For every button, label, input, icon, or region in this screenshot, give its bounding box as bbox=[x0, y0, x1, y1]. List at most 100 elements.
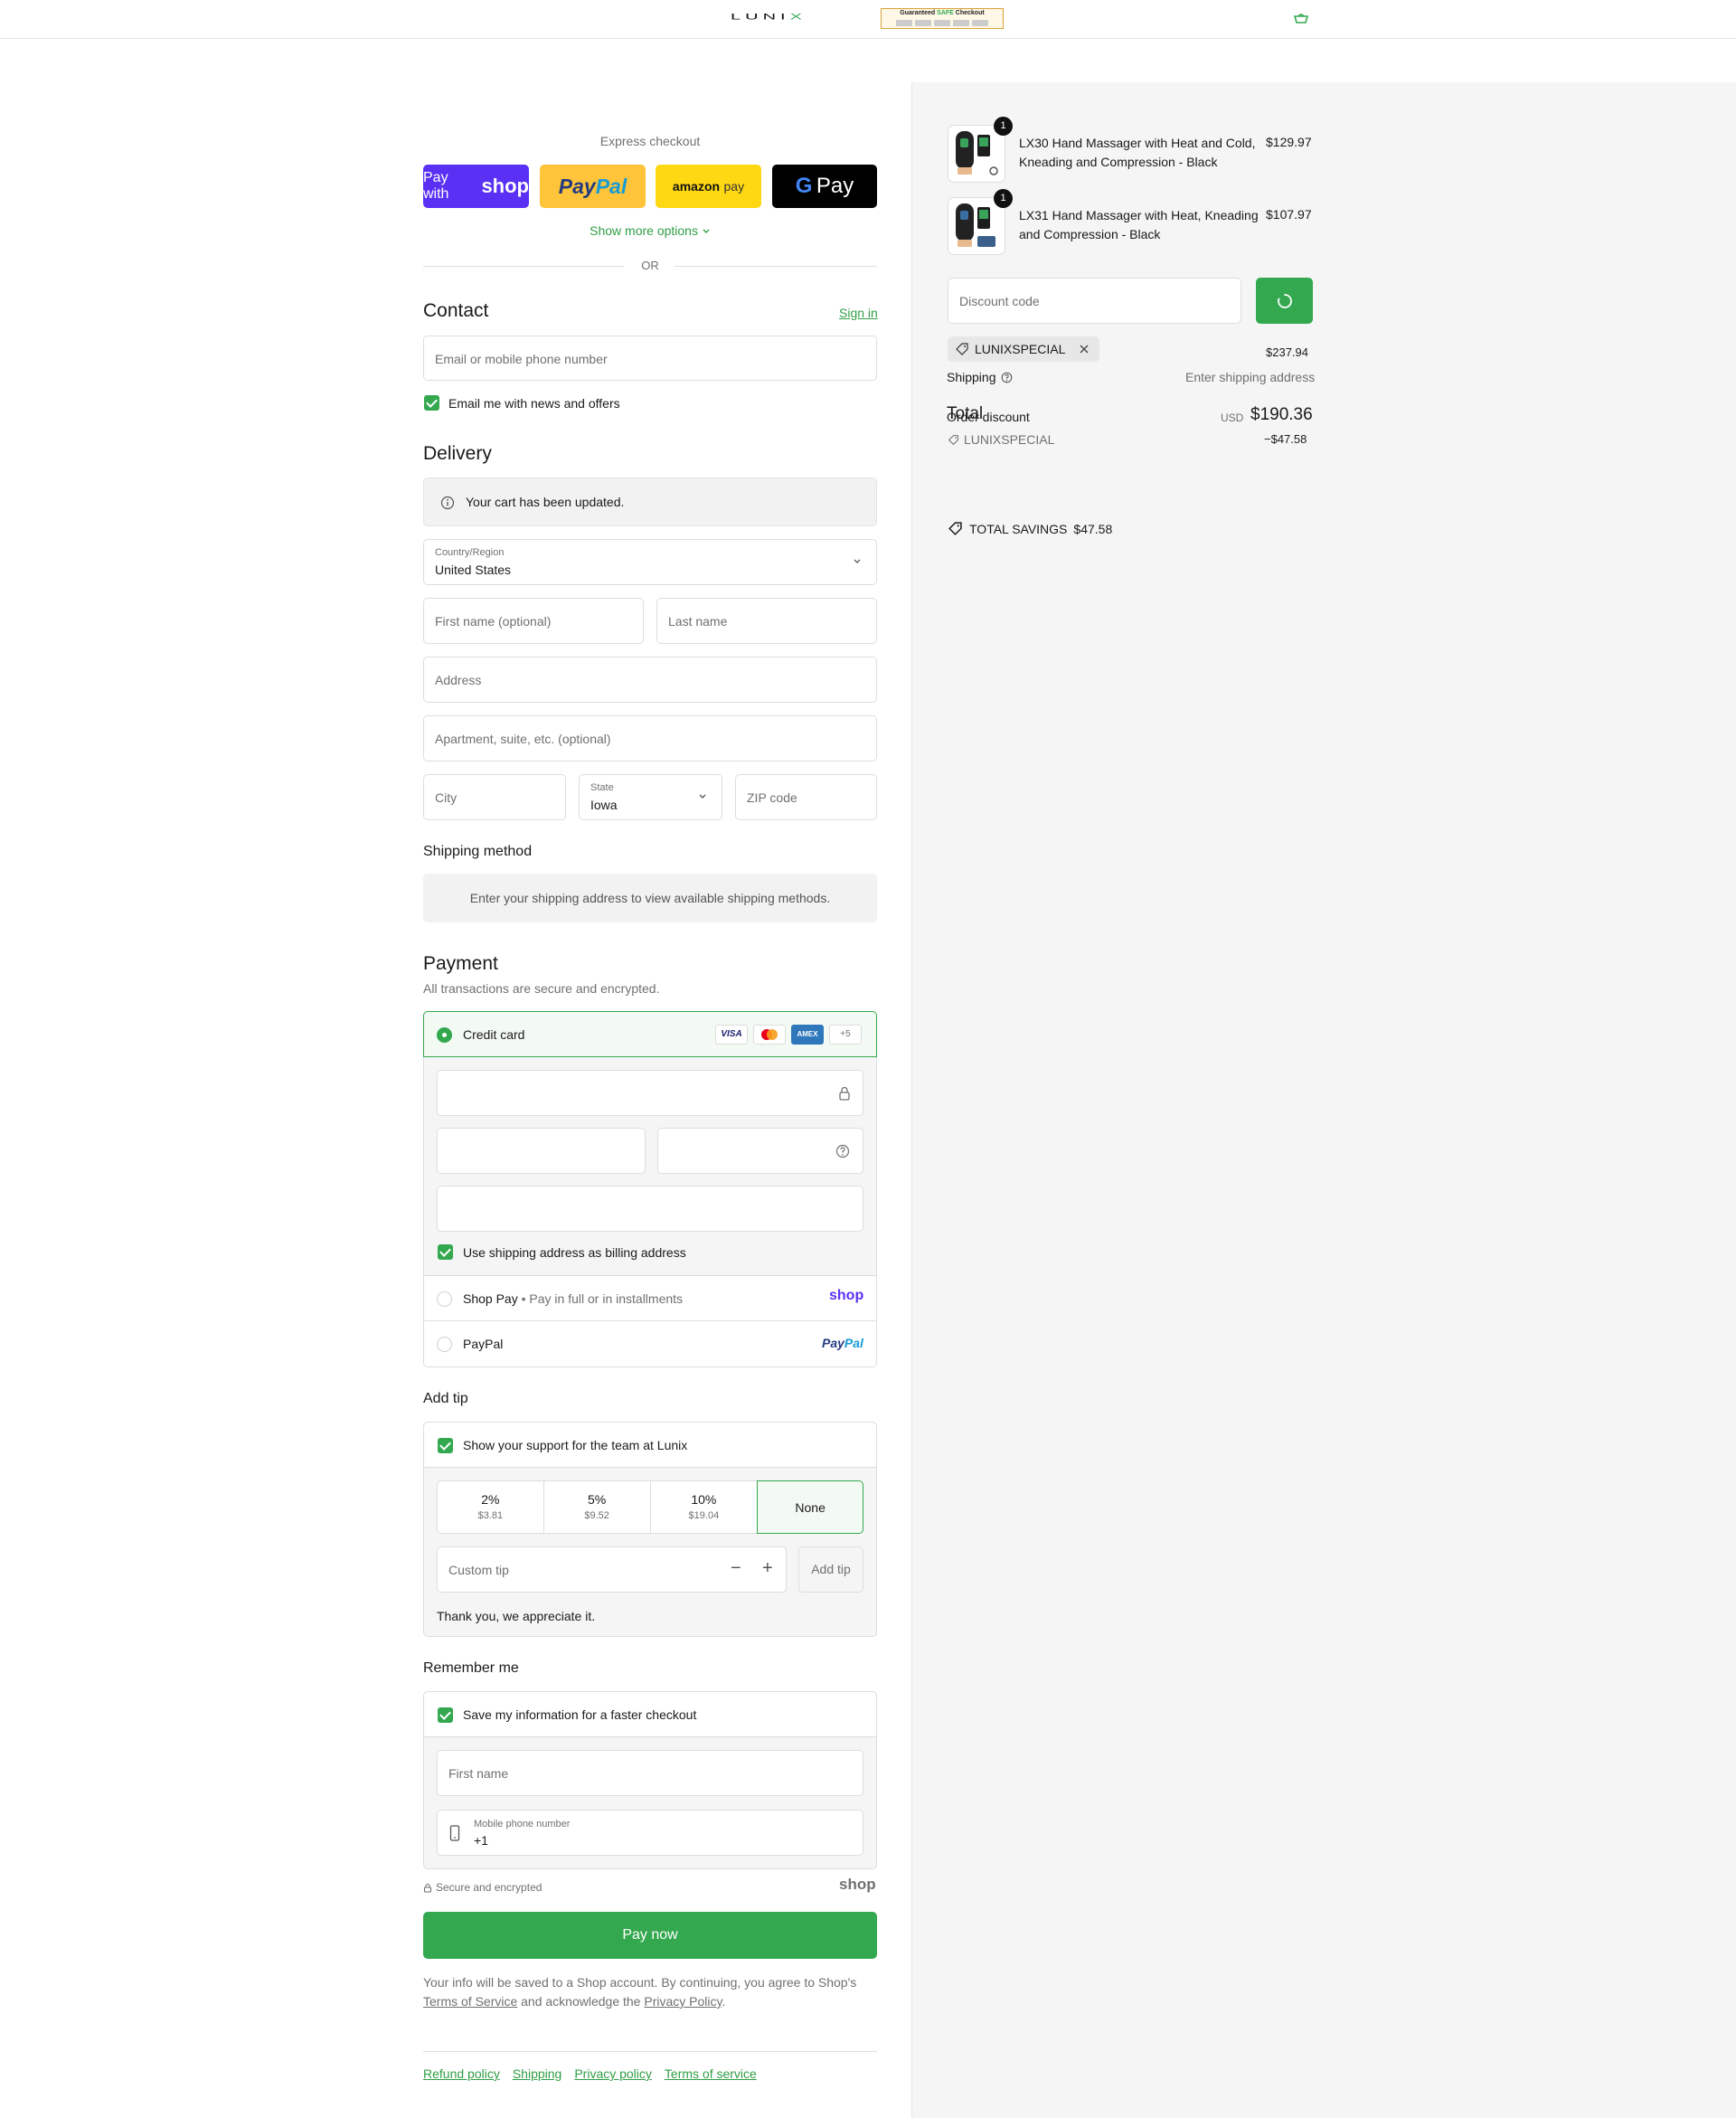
product-image bbox=[956, 203, 995, 247]
discount-tag-code: LUNIXSPECIAL bbox=[975, 342, 1066, 356]
credit-card-radio[interactable] bbox=[437, 1027, 452, 1043]
tip-option-5[interactable]: 5% $9.52 bbox=[544, 1481, 651, 1533]
terms-of-service-link[interactable]: Terms of service bbox=[665, 2066, 757, 2081]
paypal-button[interactable]: Pay Pal bbox=[540, 165, 646, 208]
address-placeholder: Address bbox=[435, 673, 482, 687]
last-name-input[interactable]: Last name bbox=[656, 598, 877, 644]
name-on-card-input[interactable] bbox=[437, 1186, 863, 1232]
product-thumbnail: 1 bbox=[948, 189, 1013, 255]
tip-option-2[interactable]: 2% $3.81 bbox=[438, 1481, 544, 1533]
amex-icon: AMEX bbox=[791, 1025, 824, 1045]
order-discount-label: Order discount bbox=[947, 410, 1030, 424]
news-checkbox[interactable] bbox=[424, 395, 439, 411]
shipping-policy-link[interactable]: Shipping bbox=[513, 2066, 562, 2081]
badge-card-logos bbox=[882, 20, 1003, 26]
paypal-logo: PayPal bbox=[822, 1336, 863, 1350]
paypal-logo-b: Pal bbox=[595, 174, 627, 198]
delivery-title: Delivery bbox=[423, 443, 492, 464]
custom-tip-placeholder: Custom tip bbox=[448, 1563, 509, 1577]
payment-title: Payment bbox=[423, 953, 498, 974]
google-pay-text: Pay bbox=[816, 174, 854, 198]
or-label: OR bbox=[641, 259, 659, 272]
applied-discount-code: LUNIXSPECIAL bbox=[964, 432, 1055, 447]
refund-policy-link[interactable]: Refund policy bbox=[423, 2066, 500, 2081]
remember-first-name-placeholder: First name bbox=[448, 1766, 509, 1781]
sign-in-link[interactable]: Sign in bbox=[839, 306, 878, 320]
cart-icon[interactable] bbox=[1293, 13, 1309, 24]
custom-tip-input[interactable]: Custom tip − + bbox=[437, 1546, 787, 1593]
shop-pay-radio[interactable] bbox=[437, 1291, 452, 1307]
express-checkout-title: Express checkout bbox=[599, 134, 701, 148]
privacy-policy-link[interactable]: Privacy policy bbox=[574, 2066, 652, 2081]
show-more-options[interactable]: Show more options bbox=[423, 223, 877, 238]
logo[interactable]: LUNIX bbox=[731, 13, 807, 22]
shop-pay-button[interactable]: Pay with shop bbox=[423, 165, 529, 208]
pay-now-button[interactable]: Pay now bbox=[423, 1912, 877, 1959]
paypal-radio[interactable] bbox=[437, 1337, 452, 1352]
badge-rest: Checkout bbox=[955, 10, 985, 16]
tip-amount: $19.04 bbox=[688, 1510, 720, 1521]
mobile-phone-input[interactable]: Mobile phone number +1 bbox=[437, 1810, 863, 1856]
shop-privacy-link[interactable]: Privacy Policy bbox=[644, 1994, 722, 2009]
save-info-checkbox[interactable] bbox=[438, 1707, 453, 1723]
tag-icon bbox=[956, 343, 968, 355]
cart-updated-notice: Your cart has been updated. bbox=[423, 477, 877, 526]
tip-option-none[interactable]: None bbox=[757, 1480, 863, 1534]
expiry-input[interactable] bbox=[437, 1128, 646, 1174]
paypal-logo-b: Pal bbox=[844, 1336, 863, 1350]
save-info-row[interactable]: Save my information for a faster checkou… bbox=[424, 1692, 876, 1737]
more-cards-badge: +5 bbox=[829, 1025, 862, 1045]
discount-tag: LUNIXSPECIAL bbox=[948, 336, 1100, 362]
apply-discount-button[interactable] bbox=[1256, 278, 1313, 324]
google-icon: G bbox=[795, 174, 813, 198]
zip-input[interactable]: ZIP code bbox=[735, 774, 877, 820]
remember-title: Remember me bbox=[423, 1660, 519, 1676]
payment-subtitle: All transactions are secure and encrypte… bbox=[423, 981, 660, 996]
billing-label: Use shipping address as billing address bbox=[463, 1245, 686, 1260]
paypal-option[interactable]: PayPal PayPal bbox=[424, 1321, 876, 1366]
shop-pay-option[interactable]: Shop Pay • Pay in full or in installment… bbox=[424, 1276, 876, 1321]
security-code-input[interactable] bbox=[657, 1128, 863, 1174]
show-more-label: Show more options bbox=[590, 223, 698, 238]
remember-panel: Save my information for a faster checkou… bbox=[423, 1691, 877, 1869]
help-icon[interactable] bbox=[1001, 372, 1013, 383]
decrease-tip-button[interactable]: − bbox=[731, 1558, 741, 1579]
add-tip-button[interactable]: Add tip bbox=[798, 1546, 863, 1593]
card-number-input[interactable] bbox=[437, 1070, 863, 1116]
apartment-input[interactable]: Apartment, suite, etc. (optional) bbox=[423, 715, 877, 761]
google-pay-button[interactable]: G Pay bbox=[772, 165, 877, 208]
remove-discount-icon[interactable] bbox=[1078, 343, 1090, 355]
address-input[interactable]: Address bbox=[423, 657, 877, 703]
tip-options: 2% $3.81 5% $9.52 10% $19.04 None bbox=[437, 1480, 863, 1534]
email-input[interactable]: Email or mobile phone number bbox=[423, 336, 877, 381]
credit-card-option[interactable]: Credit card VISA AMEX +5 bbox=[423, 1011, 877, 1057]
shop-pay-sublabel: Pay in full or in installments bbox=[529, 1291, 684, 1306]
help-icon[interactable] bbox=[835, 1144, 850, 1158]
shop-terms-link[interactable]: Terms of Service bbox=[423, 1994, 517, 2009]
remember-first-name-input[interactable]: First name bbox=[437, 1750, 863, 1796]
amazon-pay-button[interactable]: amazon pay bbox=[656, 165, 761, 208]
product-name-line1: LX31 Hand Massager with Heat, Kneading bbox=[1019, 208, 1259, 222]
info-icon bbox=[440, 496, 455, 510]
tip-support-row[interactable]: Show your support for the team at Lunix bbox=[424, 1423, 876, 1468]
first-name-input[interactable]: First name (optional) bbox=[423, 598, 644, 644]
discount-code-input[interactable]: Discount code bbox=[948, 278, 1241, 324]
city-input[interactable]: City bbox=[423, 774, 566, 820]
billing-checkbox[interactable] bbox=[438, 1244, 453, 1260]
applied-discount-row: LUNIXSPECIAL bbox=[948, 432, 1054, 447]
zip-placeholder: ZIP code bbox=[747, 790, 797, 805]
shipping-method-title: Shipping method bbox=[423, 844, 533, 859]
increase-tip-button[interactable]: + bbox=[762, 1558, 773, 1579]
state-select[interactable]: State Iowa bbox=[579, 774, 722, 820]
safe-checkout-badge: Guaranteed SAFE Checkout bbox=[881, 8, 1004, 29]
shop-logo-footer: shop bbox=[839, 1876, 876, 1893]
country-select[interactable]: Country/Region United States bbox=[423, 539, 877, 585]
shipping-row-label: Shipping bbox=[947, 370, 1013, 384]
logo-accent: X bbox=[789, 13, 807, 22]
tip-checkbox[interactable] bbox=[438, 1438, 453, 1453]
product-name-line1: LX30 Hand Massager with Heat and Cold, bbox=[1019, 136, 1256, 150]
news-label: Email me with news and offers bbox=[448, 396, 620, 411]
tip-option-10[interactable]: 10% $19.04 bbox=[651, 1481, 758, 1533]
shipping-label: Shipping bbox=[947, 370, 996, 384]
tip-amount: $3.81 bbox=[477, 1510, 504, 1521]
